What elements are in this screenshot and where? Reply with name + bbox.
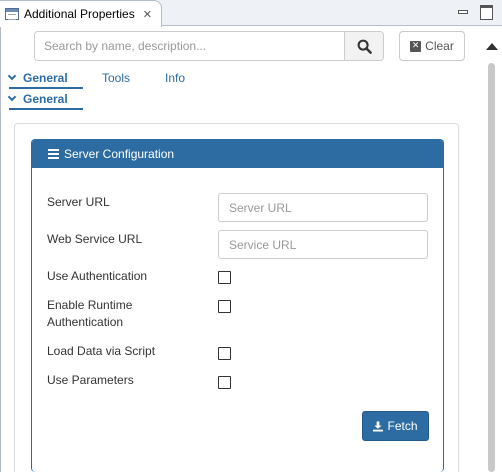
active-subtab-underline (9, 108, 83, 110)
subtab-label: General (23, 92, 68, 106)
load-data-script-checkbox[interactable] (218, 347, 231, 360)
server-icon (48, 149, 59, 159)
chevron-down-icon (7, 71, 17, 81)
view-content: ✕ Clear General Tools Info General Serve… (0, 27, 502, 472)
close-icon[interactable]: ✕ (143, 9, 152, 20)
fetch-button[interactable]: Fetch (362, 411, 429, 441)
web-service-url-label: Web Service URL (47, 232, 143, 246)
use-authentication-label: Use Authentication (47, 269, 148, 283)
use-parameters-label: Use Parameters (47, 373, 134, 387)
use-parameters-checkbox[interactable] (218, 376, 231, 389)
server-url-input[interactable] (218, 193, 428, 222)
enable-runtime-auth-label: Enable Runtime Authentication (47, 297, 132, 331)
view-title: Additional Properties (24, 7, 135, 21)
enable-runtime-auth-label-line1: Enable Runtime (47, 298, 133, 312)
card-title: Server Configuration (64, 147, 175, 161)
view-tab-additional-properties[interactable]: Additional Properties ✕ (0, 0, 162, 27)
web-service-url-input[interactable] (218, 230, 428, 259)
enable-runtime-auth-checkbox[interactable] (218, 300, 231, 313)
active-tab-underline (9, 87, 83, 89)
server-url-label: Server URL (47, 195, 110, 209)
clear-button[interactable]: ✕ Clear (399, 31, 465, 61)
fetch-button-label: Fetch (387, 419, 418, 433)
search-bar (34, 31, 384, 61)
tab-general[interactable]: General (7, 71, 68, 85)
use-authentication-checkbox[interactable] (218, 271, 231, 284)
maximize-icon[interactable] (479, 4, 493, 20)
clear-button-label: Clear (425, 39, 454, 53)
enable-runtime-auth-label-line2: Authentication (47, 315, 124, 329)
card-header: Server Configuration (32, 140, 443, 168)
load-data-script-label: Load Data via Script (47, 344, 156, 358)
search-button[interactable] (344, 32, 383, 60)
view-tab-bar: Additional Properties ✕ (0, 0, 502, 27)
tab-label: General (23, 71, 68, 85)
subtab-general[interactable]: General (7, 92, 68, 106)
tab-label: Tools (102, 71, 131, 85)
scroll-up-arrow-icon[interactable] (486, 43, 498, 50)
clear-x-icon: ✕ (410, 40, 422, 52)
minimize-icon[interactable] (456, 4, 470, 18)
chevron-down-icon (7, 92, 17, 102)
tab-tools[interactable]: Tools (102, 71, 130, 85)
tab-label: Info (165, 71, 186, 85)
tab-info[interactable]: Info (165, 71, 185, 85)
scroll-thumb[interactable] (488, 63, 495, 472)
search-icon (357, 39, 372, 54)
properties-view-icon (5, 8, 19, 20)
search-input[interactable] (35, 32, 344, 60)
download-icon (373, 421, 384, 431)
vertical-scrollbar[interactable] (483, 35, 501, 472)
